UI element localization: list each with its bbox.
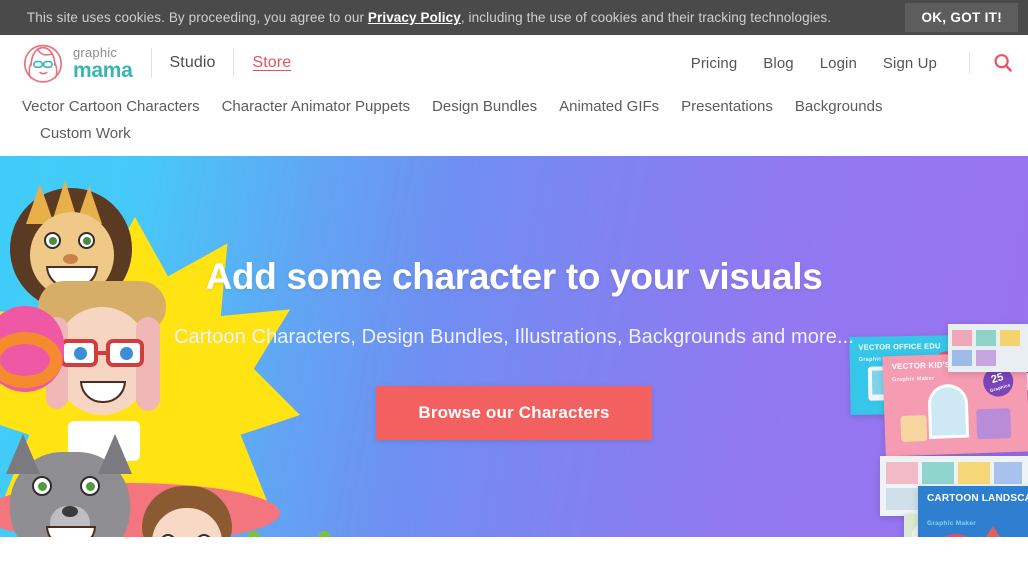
card-title: Cartoon Landscape (927, 493, 1028, 504)
header-divider-2 (233, 48, 235, 78)
hero-banner: Vector Office Edu Graphic Maker 2 Vector… (0, 156, 1028, 537)
woman-face-glasses-logo-icon (22, 42, 64, 84)
nav-pricing[interactable]: Pricing (691, 55, 738, 72)
nav-store[interactable]: Store (252, 54, 291, 72)
cookie-accept-button[interactable]: OK, GOT IT! (905, 3, 1018, 32)
card-badge: 117 Unique Vector Graphics (926, 528, 986, 537)
nav-signup[interactable]: Sign Up (883, 55, 937, 72)
card-title: Vector Office Edu (858, 341, 941, 352)
category-presentations[interactable]: Presentations (681, 94, 773, 119)
site-header: graphic mama Studio Store Pricing Blog L… (0, 35, 1028, 91)
category-vector-cartoon-characters[interactable]: Vector Cartoon Characters (22, 94, 200, 119)
nav-login[interactable]: Login (820, 55, 857, 72)
category-design-bundles[interactable]: Design Bundles (432, 94, 537, 119)
browse-characters-button[interactable]: Browse our Characters (376, 386, 652, 440)
cookie-text-after: , including the use of cookies and their… (460, 10, 832, 25)
header-divider-1 (150, 48, 152, 78)
nav-studio[interactable]: Studio (170, 54, 216, 72)
product-card-misc-grid-top[interactable] (948, 324, 1028, 372)
brand-word-graphic: graphic (73, 44, 118, 60)
card-subtitle: Graphic Maker (927, 520, 977, 527)
card-subtitle: Graphic Maker (892, 375, 935, 384)
nav-blog[interactable]: Blog (763, 55, 793, 72)
category-backgrounds[interactable]: Backgrounds (795, 94, 883, 119)
category-custom-work[interactable]: Custom Work (40, 121, 131, 146)
header-right-nav: Pricing Blog Login Sign Up (691, 52, 1014, 74)
page-bottom-strip (0, 537, 1028, 573)
cookie-message: This site uses cookies. By proceeding, y… (27, 10, 831, 25)
privacy-policy-link[interactable]: Privacy Policy (368, 10, 461, 25)
character-boy (128, 486, 246, 537)
character-prop-ring (0, 332, 64, 392)
search-icon (994, 54, 1012, 72)
category-animated-gifs[interactable]: Animated GIFs (559, 94, 659, 119)
product-card-cartoon-landscape[interactable]: Cartoon Landscape Graphic Maker 117 Uniq… (918, 486, 1028, 537)
category-character-animator-puppets[interactable]: Character Animator Puppets (222, 94, 410, 119)
search-button[interactable] (969, 52, 1014, 74)
cookie-consent-bar: This site uses cookies. By proceeding, y… (0, 0, 1028, 35)
cookie-text-before: This site uses cookies. By proceeding, y… (26, 10, 368, 25)
brand-wordmark: graphic mama (73, 46, 133, 81)
hero-title: Add some character to your visuals (205, 256, 823, 297)
category-nav: Vector Cartoon Characters Character Anim… (0, 91, 900, 156)
brand-word-mama: mama (73, 58, 133, 82)
brand-logo[interactable]: graphic mama (22, 42, 133, 84)
